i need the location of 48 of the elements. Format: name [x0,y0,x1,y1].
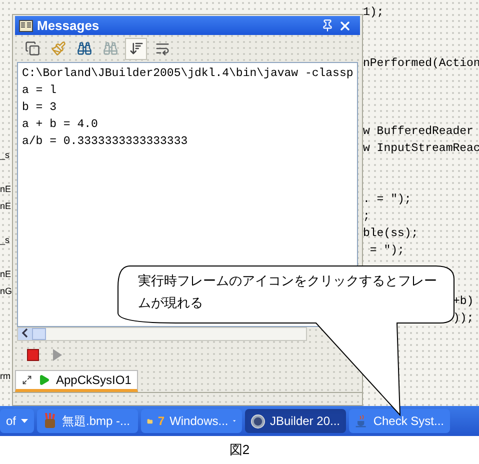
output-line: C:\Borland\JBuilder2005\jdkl.4\bin\javaw -classp [22,66,353,82]
copy-icon [24,41,40,56]
close-icon[interactable] [338,18,352,32]
code-text: nE [0,201,12,211]
wrap-text-icon [154,41,170,56]
code-text: 1); [363,6,384,19]
disc-icon [251,412,265,430]
code-text: nPerformed(Action [363,57,479,70]
taskbar-button[interactable]: of [0,409,34,433]
code-text: )); [453,312,474,325]
code-text: nE [0,184,12,194]
taskbar-button[interactable]: 無題.bmp -... [37,409,138,433]
coffee-cup-icon [355,413,368,429]
horizontal-scrollbar[interactable] [17,327,307,341]
code-text: nE [0,269,12,279]
code-text: ble(ss); [363,227,418,240]
code-text: . = "); [363,193,412,206]
code-text: = "); [368,244,404,257]
taskbar-button[interactable]: Check Syst... [349,409,450,433]
play-icon [38,374,50,386]
code-text: rm [0,371,10,381]
window-icon [19,20,33,32]
scroll-thumb[interactable] [32,328,46,340]
output-line: a + b = 4.0 [22,117,99,133]
output-line: b = 3 [22,100,58,116]
code-text: _s [0,150,10,160]
taskbar-button[interactable]: JBuilder 20... [245,409,346,433]
maximize-icon[interactable] [22,375,32,385]
code-text: _s [0,235,10,245]
figure-caption: 図2 [229,441,250,459]
toolbar-button[interactable] [125,38,147,60]
code-text: ; [363,210,370,223]
process-tab[interactable]: AppCkSysIO1 [15,370,138,392]
sort-icon [128,41,144,56]
output-line: a/b = 0.3333333333333333 [22,134,189,150]
callout-text: 実行時フレームのアイコンをクリックするとフレームが現れる [138,272,438,312]
code-text: nG [0,286,12,296]
code-text: w BufferedReader [363,125,474,138]
code-text: +b) [453,295,474,308]
pin-icon[interactable] [321,19,334,32]
scroll-left-button[interactable] [18,328,32,340]
binoculars-icon [102,41,118,56]
binoculars-icon [76,41,92,56]
taskbar-button[interactable]: 7 Windows... [141,409,242,433]
window-title: Messages [37,16,100,35]
output-line: a = l [22,83,58,99]
brush-icon [50,41,66,56]
brushes-icon [43,413,57,429]
